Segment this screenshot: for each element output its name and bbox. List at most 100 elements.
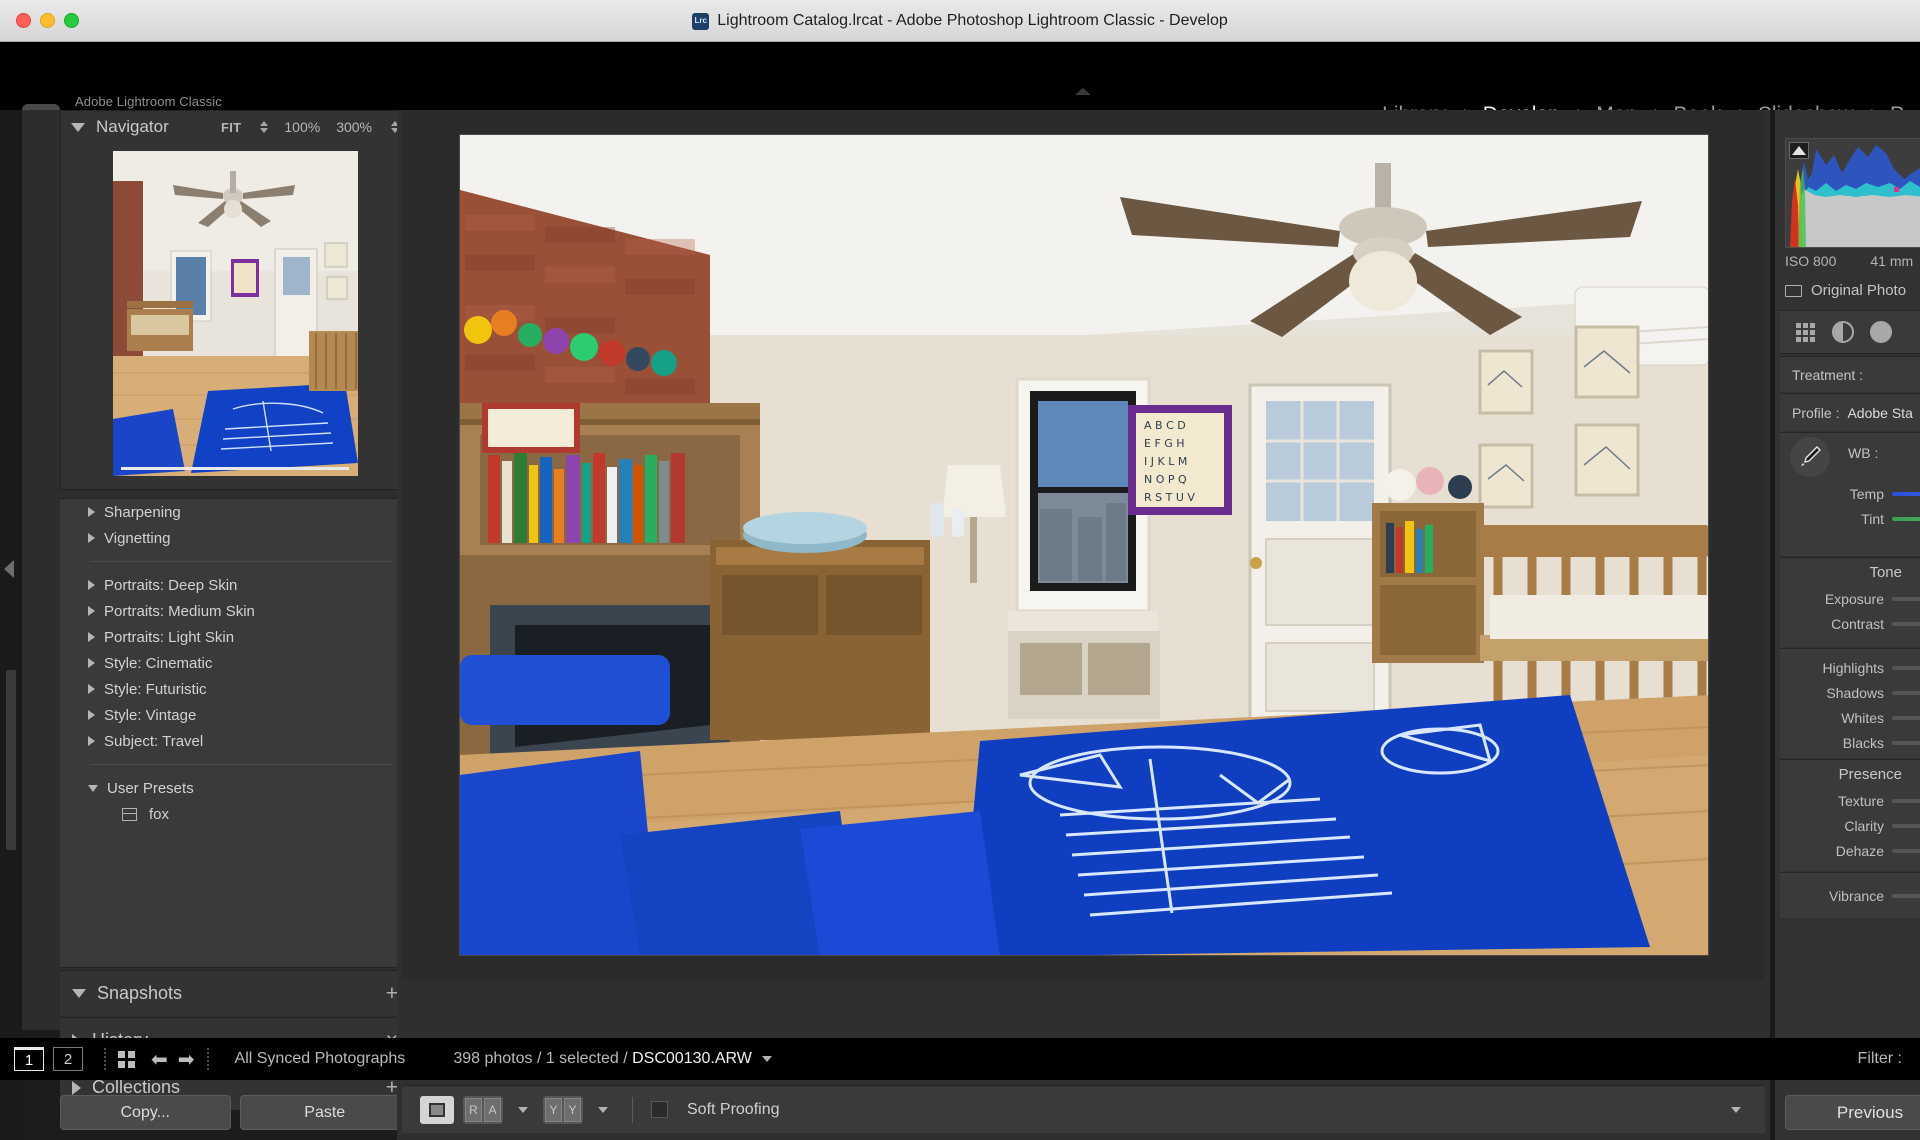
presets-panel: Sharpening Vignetting Portraits: Deep Sk… xyxy=(60,498,410,968)
profile-row[interactable]: Profile : Adobe Sta xyxy=(1780,394,1920,432)
paste-button[interactable]: Paste xyxy=(240,1095,411,1130)
loupe-view-icon[interactable] xyxy=(420,1096,454,1124)
navigator-thumbnail[interactable] xyxy=(113,151,358,476)
slider-dehaze[interactable]: Dehaze xyxy=(1780,838,1920,863)
preset-group-style-vintage[interactable]: Style: Vintage xyxy=(60,702,410,728)
clarity-label: Clarity xyxy=(1780,818,1884,834)
triangle-right-icon xyxy=(88,606,95,616)
texture-slider-track[interactable] xyxy=(1892,799,1920,803)
source-label[interactable]: All Synced Photographs xyxy=(235,1050,406,1068)
histogram-metadata: ISO 800 41 mm xyxy=(1785,253,1920,269)
chevron-down-icon[interactable] xyxy=(598,1107,608,1113)
left-panel-collapse-icon[interactable] xyxy=(4,560,14,578)
crop-tool-icon[interactable] xyxy=(1792,319,1818,345)
svg-text:E F G H: E F G H xyxy=(1144,437,1185,450)
histogram-panel[interactable] xyxy=(1785,138,1920,248)
treatment-row[interactable]: Treatment : xyxy=(1780,357,1920,393)
preset-group-portraits-deep-skin[interactable]: Portraits: Deep Skin xyxy=(60,572,410,598)
triangle-right-icon xyxy=(88,507,95,517)
maximize-button[interactable] xyxy=(64,13,79,28)
contrast-slider-track[interactable] xyxy=(1892,622,1920,626)
vibrance-label: Vibrance xyxy=(1780,888,1884,904)
slider-temp[interactable]: Temp xyxy=(1780,481,1920,506)
triangle-right-icon xyxy=(72,1081,81,1095)
slider-tint[interactable]: Tint xyxy=(1780,506,1920,531)
status-divider xyxy=(207,1048,209,1070)
chevron-down-icon[interactable] xyxy=(518,1107,528,1113)
white-balance-eyedropper-icon[interactable] xyxy=(1790,437,1830,477)
top-panel-toggle-icon[interactable] xyxy=(1075,88,1091,95)
slider-shadows[interactable]: Shadows xyxy=(1780,680,1920,705)
zoom-fit-label[interactable]: FIT xyxy=(221,120,241,135)
minimize-button[interactable] xyxy=(40,13,55,28)
page-2-button[interactable]: 2 xyxy=(53,1047,83,1071)
masking-tool-icon[interactable] xyxy=(1868,319,1894,345)
preset-group-style-futuristic[interactable]: Style: Futuristic xyxy=(60,676,410,702)
slider-texture[interactable]: Texture xyxy=(1780,788,1920,813)
soft-proofing-checkbox[interactable] xyxy=(651,1101,668,1118)
copy-button[interactable]: Copy... xyxy=(60,1095,231,1130)
healing-brush-icon[interactable] xyxy=(1830,319,1856,345)
profile-value[interactable]: Adobe Sta xyxy=(1847,405,1912,421)
vibrance-section: Vibrance xyxy=(1780,872,1920,918)
preset-group-user-presets[interactable]: User Presets xyxy=(60,775,410,801)
preset-group-style-cinematic[interactable]: Style: Cinematic xyxy=(60,650,410,676)
window-controls[interactable] xyxy=(16,13,79,28)
filename-chevron-icon[interactable] xyxy=(762,1056,772,1062)
preset-group-portraits-medium-skin[interactable]: Portraits: Medium Skin xyxy=(60,598,410,624)
photo-preview[interactable]: A B C D E F G H I J K L M N O P Q R S T … xyxy=(459,134,1709,956)
snapshots-panel-header[interactable]: Snapshots + xyxy=(60,970,410,1016)
snapshots-title: Snapshots xyxy=(97,983,182,1004)
preset-group-vignetting[interactable]: Vignetting xyxy=(60,525,410,551)
tint-label: Tint xyxy=(1780,511,1884,527)
shadow-clipping-icon[interactable] xyxy=(1789,142,1809,159)
navigator-header[interactable]: Navigator FIT 100% 300% xyxy=(61,111,409,143)
slider-exposure[interactable]: Exposure xyxy=(1780,586,1920,611)
slider-highlights[interactable]: Highlights xyxy=(1780,655,1920,680)
temp-slider-track[interactable] xyxy=(1892,492,1920,496)
slider-whites[interactable]: Whites xyxy=(1780,705,1920,730)
grid-view-icon[interactable] xyxy=(118,1051,135,1068)
clarity-slider-track[interactable] xyxy=(1892,824,1920,828)
close-button[interactable] xyxy=(16,13,31,28)
original-photo-row[interactable]: Original Photo xyxy=(1785,282,1906,299)
image-canvas[interactable]: A B C D E F G H I J K L M N O P Q R S T … xyxy=(402,110,1765,980)
tint-slider-track[interactable] xyxy=(1892,517,1920,521)
before-after-yy-button[interactable]: Y Y xyxy=(543,1096,583,1124)
page-1-button[interactable]: 1 xyxy=(14,1047,44,1071)
zoom-300-label[interactable]: 300% xyxy=(336,119,372,135)
vibrance-slider-track[interactable] xyxy=(1892,894,1920,898)
navigator-preview-image xyxy=(113,151,358,476)
triangle-right-icon xyxy=(88,736,95,746)
before-after-ra-button[interactable]: R A xyxy=(463,1096,503,1124)
preset-group-subject-travel[interactable]: Subject: Travel xyxy=(60,728,410,754)
blacks-slider-track[interactable] xyxy=(1892,741,1920,745)
highlights-slider-track[interactable] xyxy=(1892,666,1920,670)
zoom-100-label[interactable]: 100% xyxy=(284,119,320,135)
filter-control[interactable]: Filter : xyxy=(1858,1050,1902,1068)
slider-clarity[interactable]: Clarity xyxy=(1780,813,1920,838)
filename-label[interactable]: DSC00130.ARW xyxy=(632,1050,752,1067)
exposure-slider-track[interactable] xyxy=(1892,597,1920,601)
preset-group-sharpening[interactable]: Sharpening xyxy=(60,499,410,525)
preset-divider xyxy=(90,561,392,562)
slider-blacks[interactable]: Blacks xyxy=(1780,730,1920,755)
shadows-slider-track[interactable] xyxy=(1892,691,1920,695)
toolbar-collapse-icon[interactable] xyxy=(1731,1107,1741,1113)
preset-group-portraits-light-skin[interactable]: Portraits: Light Skin xyxy=(60,624,410,650)
navigator-zoom-controls: FIT 100% 300% xyxy=(221,119,399,135)
previous-photo-icon[interactable]: ⬅ xyxy=(151,1047,168,1072)
slider-contrast[interactable]: Contrast xyxy=(1780,611,1920,636)
whites-slider-track[interactable] xyxy=(1892,716,1920,720)
develop-toolbar: R A Y Y Soft Proofing xyxy=(402,1085,1765,1133)
slider-vibrance[interactable]: Vibrance xyxy=(1780,883,1920,908)
dehaze-slider-track[interactable] xyxy=(1892,849,1920,853)
left-panel-scrollbar[interactable] xyxy=(6,670,16,850)
previous-button[interactable]: Previous xyxy=(1785,1095,1920,1130)
zoom-fit-stepper-icon[interactable] xyxy=(260,121,268,133)
tone-section: Tone Exposure Contrast xyxy=(1780,557,1920,647)
triangle-down-icon[interactable] xyxy=(71,123,85,132)
toolbar-divider xyxy=(632,1097,633,1123)
preset-item-fox[interactable]: fox xyxy=(60,801,410,827)
next-photo-icon[interactable]: ➡ xyxy=(178,1047,195,1072)
